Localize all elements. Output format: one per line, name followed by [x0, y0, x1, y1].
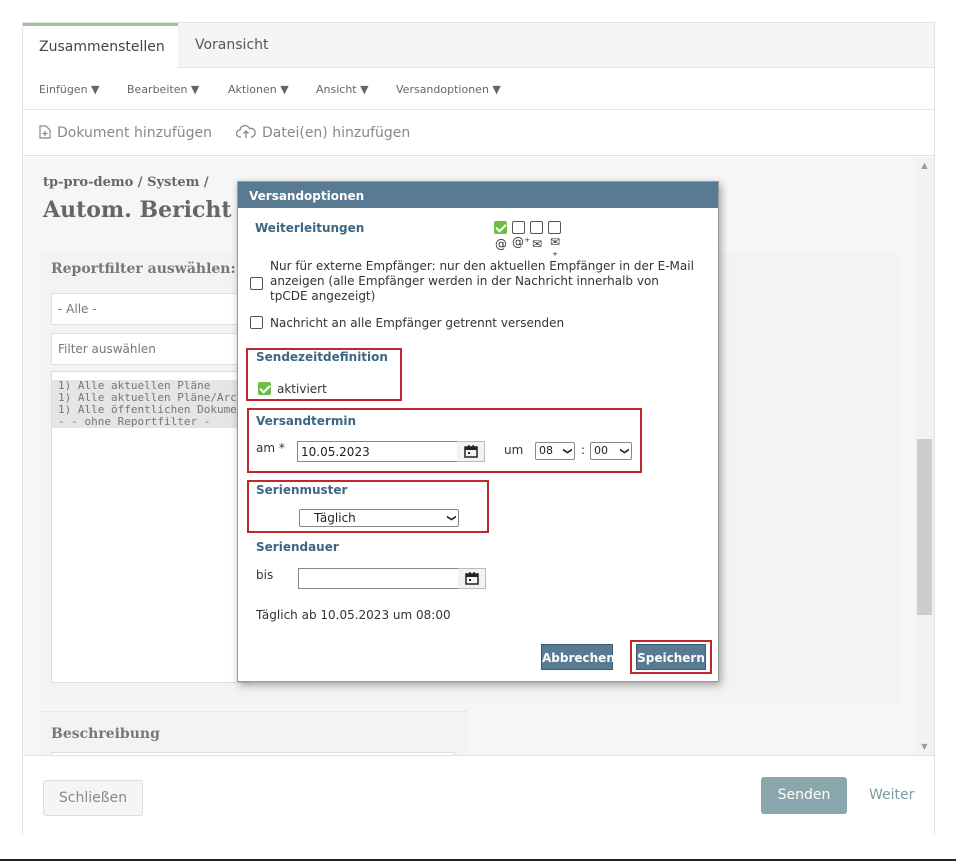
menu-bar: Einfügen ▼ Bearbeiten ▼ Aktionen ▼ Ansic…	[23, 69, 934, 110]
time-label: um	[504, 443, 524, 457]
series-end-date-input[interactable]	[298, 568, 458, 589]
scroll-down-arrow-icon[interactable]: ▼	[915, 738, 934, 755]
series-heading: Serienmuster	[256, 483, 348, 497]
menu-einfuegen[interactable]: Einfügen ▼	[39, 69, 100, 110]
series-pattern-select[interactable]: Täglich ❯	[299, 509, 459, 527]
list-item[interactable]: - - ohne Reportfilter -	[52, 416, 250, 428]
cloud-upload-icon	[235, 124, 256, 138]
scroll-thumb[interactable]	[917, 439, 932, 615]
forward-at-checkbox[interactable]	[494, 221, 507, 234]
footer-bar: Schließen Senden Weiter	[23, 755, 934, 835]
filter-select[interactable]: Filter auswählen	[51, 333, 251, 365]
hour-value: 08	[539, 444, 553, 457]
page-title: Autom. Bericht	[43, 197, 232, 223]
tab-zusammenstellen[interactable]: Zusammenstellen	[23, 23, 178, 69]
save-button[interactable]: Speichern	[636, 644, 706, 670]
external-only-checkbox[interactable]	[250, 277, 263, 290]
scroll-up-arrow-icon[interactable]: ▲	[915, 157, 934, 174]
add-document-label: Dokument hinzufügen	[57, 125, 212, 141]
mail-icon: ✉	[531, 237, 543, 251]
minute-value: 00	[594, 444, 608, 457]
send-time-activated-checkbox[interactable]	[258, 382, 271, 395]
bottom-divider	[0, 859, 956, 861]
hour-select[interactable]: 08 ❯	[535, 442, 575, 460]
minute-select[interactable]: 00 ❯	[590, 442, 632, 460]
next-link[interactable]: Weiter	[869, 777, 914, 814]
until-label: bis	[256, 568, 274, 582]
calendar-icon	[464, 445, 478, 458]
report-filter-list[interactable]: 1) Alle aktuellen Pläne 1) Alle aktuelle…	[51, 371, 270, 683]
series-pattern-value: Täglich	[314, 511, 356, 525]
report-filter-heading: Reportfilter auswählen:	[51, 261, 236, 277]
time-separator: :	[581, 443, 586, 457]
menu-aktionen[interactable]: Aktionen ▼	[228, 69, 289, 110]
close-button[interactable]: Schließen	[43, 780, 143, 816]
external-only-label: Nur für externe Empfänger: nur den aktue…	[270, 259, 694, 303]
send-time-heading: Sendezeitdefinition	[256, 350, 388, 364]
document-plus-icon	[39, 125, 51, 139]
separate-send-checkbox[interactable]	[250, 316, 263, 329]
calendar-icon	[465, 572, 479, 585]
add-document-button[interactable]: Dokument hinzufügen	[39, 111, 212, 156]
tab-bar: Zusammenstellen Voransicht	[23, 23, 934, 69]
series-end-calendar-button[interactable]	[458, 568, 486, 589]
action-row: Dokument hinzufügen Datei(en) hinzufügen	[23, 111, 934, 156]
description-heading: Beschreibung	[51, 726, 160, 742]
chevron-down-icon: ❯	[446, 514, 457, 522]
report-filter-dropdown[interactable]: - Alle -	[51, 293, 251, 325]
dialog-title: Versandoptionen	[238, 182, 718, 208]
forwarding-heading: Weiterleitungen	[255, 221, 365, 235]
forward-mail-plus-checkbox[interactable]	[548, 221, 561, 234]
breadcrumb: tp-pro-demo / System /	[43, 175, 209, 190]
add-files-label: Datei(en) hinzufügen	[262, 125, 411, 141]
schedule-summary: Täglich ab 10.05.2023 um 08:00	[256, 608, 451, 622]
menu-ansicht[interactable]: Ansicht ▼	[316, 69, 369, 110]
cancel-button[interactable]: Abbrechen	[541, 644, 615, 670]
chevron-down-icon: ❯	[562, 447, 573, 455]
description-panel: Beschreibung	[39, 711, 467, 755]
menu-versandoptionen[interactable]: Versandoptionen ▼	[396, 69, 501, 110]
activated-label: aktiviert	[277, 382, 327, 396]
tab-voransicht[interactable]: Voransicht	[179, 23, 285, 68]
at-icon: @	[495, 237, 507, 251]
schedule-heading: Versandtermin	[256, 414, 357, 428]
shipping-options-dialog: Versandoptionen Weiterleitungen @ @⁺ ✉ ✉…	[237, 181, 719, 682]
add-files-button[interactable]: Datei(en) hinzufügen	[235, 111, 411, 156]
duration-heading: Seriendauer	[256, 540, 339, 554]
forward-mail-checkbox[interactable]	[530, 221, 543, 234]
at-plus-icon: @⁺	[512, 235, 531, 249]
send-date-input[interactable]: 10.05.2023	[297, 441, 457, 462]
send-date-calendar-button[interactable]	[457, 441, 485, 462]
send-button[interactable]: Senden	[761, 777, 847, 814]
forward-at-plus-checkbox[interactable]	[512, 221, 525, 234]
chevron-down-icon: ❯	[619, 447, 630, 455]
content-scrollbar[interactable]: ▲ ▼	[915, 157, 934, 755]
separate-send-label: Nachricht an alle Empfänger getrennt ver…	[270, 316, 565, 330]
menu-bearbeiten[interactable]: Bearbeiten ▼	[127, 69, 199, 110]
date-label: am *	[256, 441, 285, 455]
